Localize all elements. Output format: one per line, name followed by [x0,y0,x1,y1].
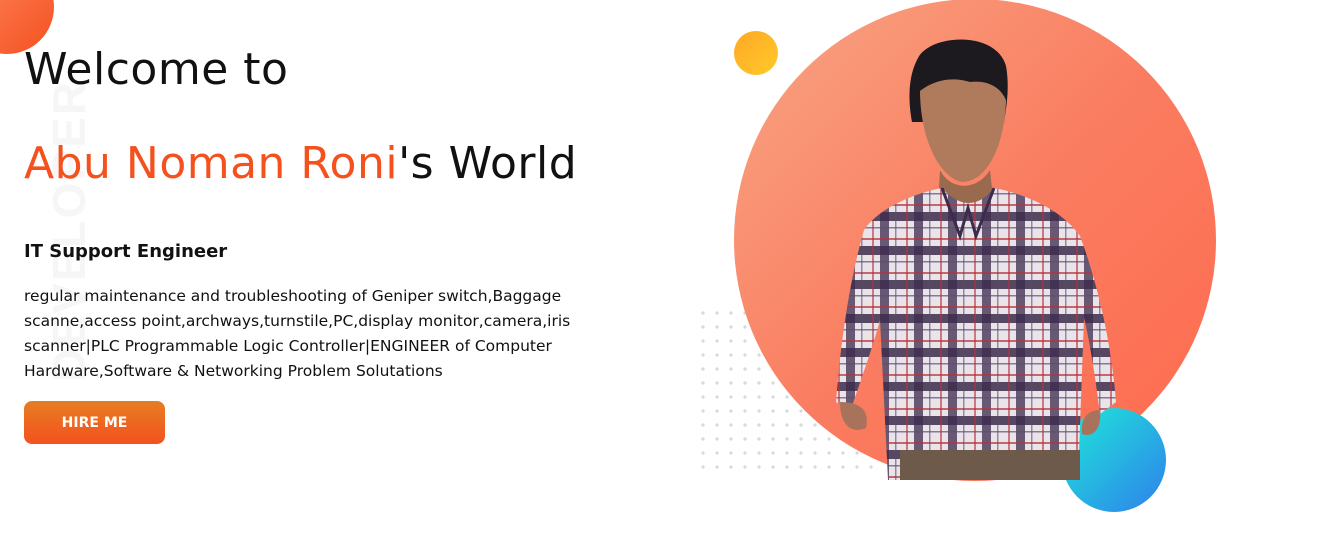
welcome-heading: Welcome to [24,44,289,95]
hero-description: regular maintenance and troubleshooting … [24,286,571,380]
job-title: IT Support Engineer [24,240,228,262]
headline-suffix: 's World [398,138,578,190]
hero-headline: Abu Noman Roni's World [24,140,644,188]
owner-name: Abu Noman Roni [24,138,399,190]
hire-me-button[interactable]: HIRE ME [24,401,165,444]
hero-text-block: Welcome to Abu Noman Roni's World IT Sup… [24,40,644,384]
yellow-circle-decoration [734,31,778,75]
portrait-image [836,39,1116,480]
